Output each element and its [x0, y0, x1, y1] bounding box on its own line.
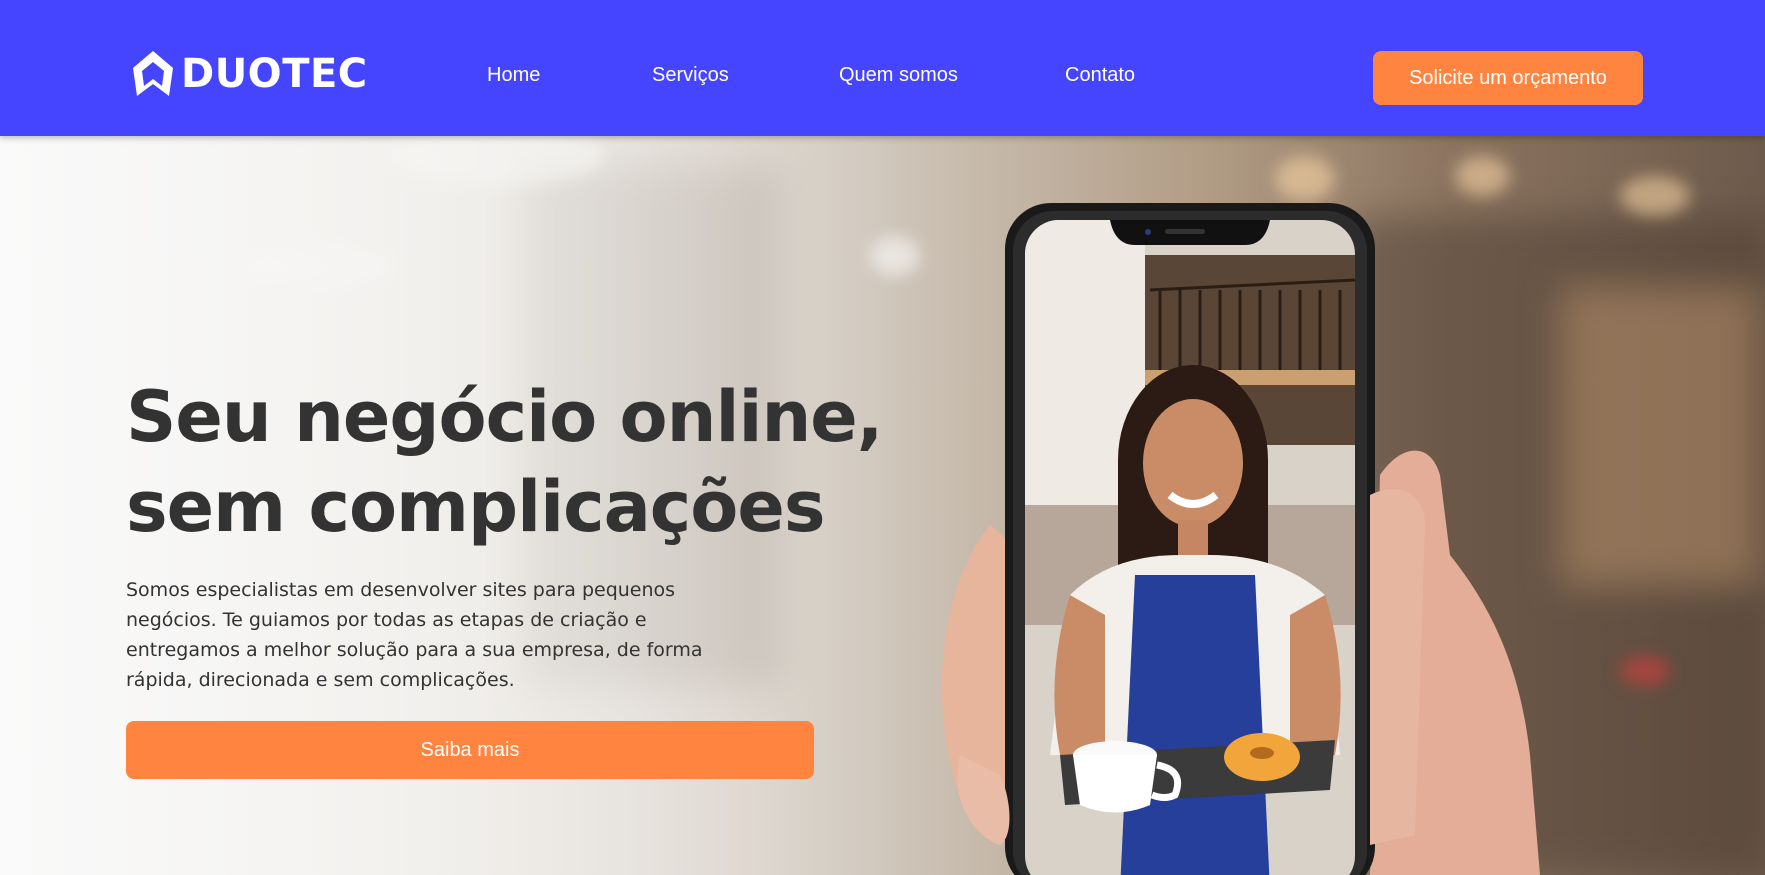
nav-servicos[interactable]: Serviços: [652, 64, 729, 87]
learn-more-button[interactable]: Saiba mais: [126, 721, 814, 779]
site-header: DUOTEC Home Serviços Quem somos Contato …: [0, 0, 1765, 136]
nav-quem-somos[interactable]: Quem somos: [839, 64, 958, 87]
logo-text: DUOTEC: [181, 51, 368, 97]
request-quote-button[interactable]: Solicite um orçamento: [1373, 51, 1643, 105]
hero-headline: Seu negócio online, sem complicações: [126, 372, 886, 552]
bokeh-light: [1620, 176, 1690, 216]
phone-hand-image: [942, 203, 1540, 875]
landing-page: DUOTEC Home Serviços Quem somos Contato …: [0, 0, 1765, 875]
background-shade: [1560, 286, 1760, 586]
headline-line-1: Seu negócio online,: [126, 376, 883, 458]
headline-line-2: sem complicações: [126, 466, 826, 548]
nav-home[interactable]: Home: [487, 64, 540, 87]
bokeh-light: [1455, 156, 1510, 196]
logo[interactable]: DUOTEC: [129, 48, 368, 100]
bokeh-light: [1620, 656, 1670, 686]
nav-contato[interactable]: Contato: [1065, 64, 1135, 87]
hero-description: Somos especialistas em desenvolver sites…: [126, 579, 703, 691]
house-shape-logo-icon: [133, 51, 173, 96]
